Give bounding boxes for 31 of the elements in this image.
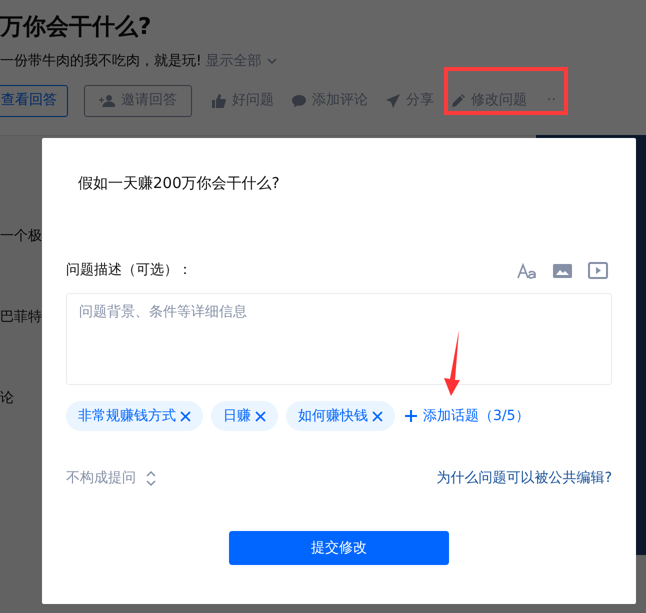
- question-excerpt: 一份带牛肉的我不吃肉，就是玩!: [0, 52, 202, 70]
- topic-tag[interactable]: 如何赚快钱: [286, 401, 395, 431]
- image-icon[interactable]: [553, 262, 572, 278]
- topic-tag[interactable]: 非常规赚钱方式: [66, 401, 203, 431]
- close-icon[interactable]: [372, 410, 383, 422]
- close-icon[interactable]: [180, 410, 191, 422]
- more-button[interactable]: ··: [547, 90, 556, 111]
- question-text: 假如一天赚200万你会干什么?: [78, 174, 280, 192]
- topic-tag[interactable]: 日赚: [211, 401, 278, 431]
- help-link[interactable]: 为什么问题可以被公共编辑?: [436, 468, 612, 489]
- text-fragment: 论: [0, 388, 15, 408]
- description-label: 问题描述（可选）：: [66, 261, 192, 280]
- close-icon[interactable]: [255, 410, 266, 422]
- view-answers-button[interactable]: 查看回答: [0, 84, 68, 116]
- text-format-icon: [517, 262, 537, 278]
- submit-button[interactable]: 提交修改: [229, 531, 449, 565]
- text-fragment: 巴菲特: [0, 308, 43, 326]
- paper-plane-icon: [386, 94, 400, 108]
- plus-icon: [405, 410, 417, 422]
- pencil-icon: [452, 94, 465, 107]
- comment-icon: [292, 94, 306, 108]
- thumbs-up-icon: [212, 94, 226, 108]
- video-icon[interactable]: [588, 262, 608, 279]
- description-field[interactable]: 问题背景、条件等详细信息: [66, 293, 612, 385]
- updown-icon: [146, 471, 156, 486]
- reason-select[interactable]: 不构成提问: [66, 468, 136, 489]
- add-topic-button[interactable]: 添加话题（3/5）: [405, 406, 530, 426]
- question-title: 万你会干什么?: [0, 14, 152, 40]
- add-person-icon: [99, 94, 115, 106]
- arrow: [443, 330, 461, 396]
- text-fragment: 一个极: [0, 226, 43, 246]
